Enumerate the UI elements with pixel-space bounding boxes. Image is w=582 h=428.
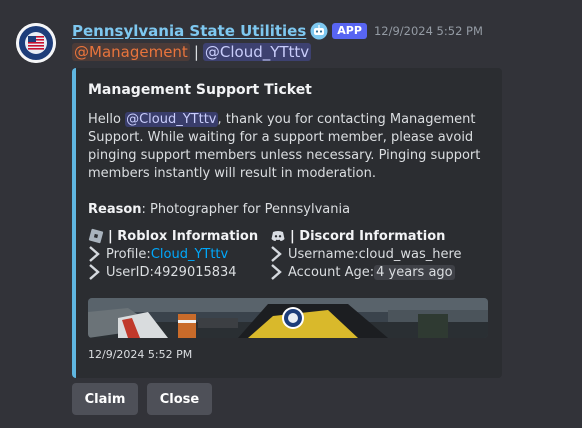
discord-field-title: | Discord Information xyxy=(290,228,446,244)
roblox-profile-row: Profile: Cloud_YTttv xyxy=(88,245,278,263)
roblox-info-field: | Roblox Information Profile: Cloud_YTtt… xyxy=(88,227,278,281)
account-age-value[interactable]: 4 years ago xyxy=(374,264,455,280)
user-mention[interactable]: @Cloud_YTttv xyxy=(202,43,312,61)
roblox-profile-link[interactable]: Cloud_YTttv xyxy=(151,247,228,262)
desc-hello: Hello xyxy=(88,112,126,127)
author-name[interactable]: Pennsylvania State Utilities xyxy=(72,22,306,40)
message-timestamp: 12/9/2024 5:52 PM xyxy=(373,24,483,38)
discord-icon xyxy=(271,231,285,241)
discord-username-row: Username: cloud_was_here xyxy=(270,245,462,263)
embed-title: Management Support Ticket xyxy=(88,82,312,98)
reason-value: : Photographer for Pennsylvania xyxy=(141,202,351,217)
chevron-right-icon xyxy=(271,246,282,262)
age-label: Account Age: xyxy=(288,264,375,280)
chevron-right-icon xyxy=(89,246,100,262)
role-mention[interactable]: @Management xyxy=(72,43,190,61)
chevron-right-icon xyxy=(271,264,282,280)
discord-info-field: | Discord Information Username: cloud_wa… xyxy=(270,227,462,281)
close-button[interactable]: Close xyxy=(147,383,212,415)
roblox-icon xyxy=(88,228,104,244)
embed-banner-image[interactable] xyxy=(88,298,488,338)
bot-icon xyxy=(310,22,328,40)
reason-line: Reason: Photographer for Pennsylvania xyxy=(88,201,350,219)
profile-label: Profile: xyxy=(106,246,151,262)
roblox-field-title: | Roblox Information xyxy=(108,228,259,244)
roblox-userid-row: UserID: 4929015834 xyxy=(88,263,278,281)
username-value: cloud_was_here xyxy=(358,246,462,262)
desc-user-mention[interactable]: @Cloud_YTttv xyxy=(125,112,218,127)
app-badge: APP xyxy=(332,23,367,39)
message-content: @Management | @Cloud_YTttv xyxy=(72,41,312,63)
userid-value: 4929015834 xyxy=(153,264,237,280)
roblox-field-name: | Roblox Information xyxy=(88,227,278,245)
discord-field-name: | Discord Information xyxy=(270,227,460,245)
author-avatar[interactable] xyxy=(16,23,56,63)
username-label: Username: xyxy=(288,246,359,262)
userid-label: UserID: xyxy=(106,264,154,280)
embed-footer-timestamp: 12/9/2024 5:52 PM xyxy=(88,348,193,361)
embed-description: Hello @Cloud_YTttv, thank you for contac… xyxy=(88,111,486,183)
chevron-right-icon xyxy=(89,264,100,280)
claim-button[interactable]: Claim xyxy=(72,383,138,415)
discord-age-row: Account Age: 4 years ago xyxy=(270,263,460,281)
separator: | xyxy=(193,43,199,61)
reason-label: Reason xyxy=(88,202,142,217)
message-header: Pennsylvania State Utilities APP 12/9/20… xyxy=(72,20,483,42)
ticket-embed: Management Support Ticket Hello @Cloud_Y… xyxy=(72,68,502,378)
